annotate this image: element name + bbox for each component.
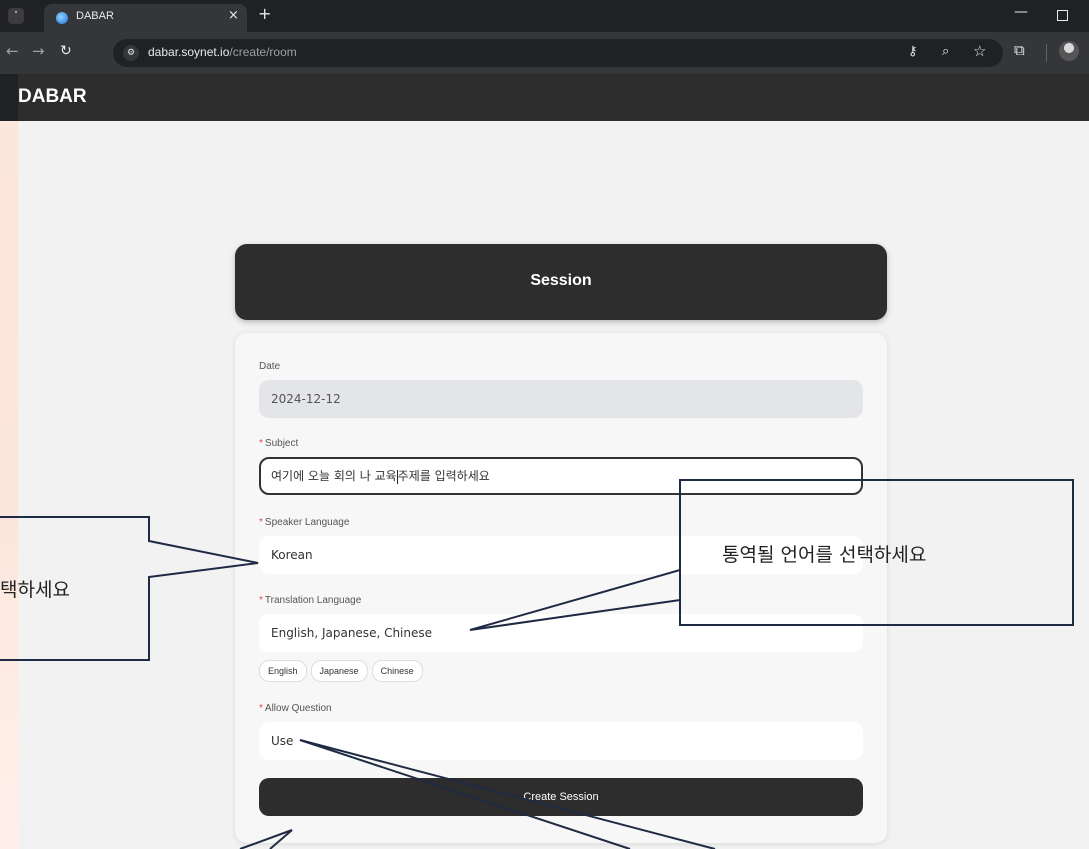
annotation-overlay (0, 479, 1074, 849)
allow-question-pointer-b (299, 739, 716, 849)
bottom-pointer-b (269, 829, 293, 849)
bottom-pointer-a (239, 829, 293, 849)
right-callout-text: 통역될 언어를 선택하세요 (722, 544, 927, 566)
left-callout-text: 택하세요 (0, 579, 70, 601)
allow-question-pointer-a (299, 739, 631, 849)
